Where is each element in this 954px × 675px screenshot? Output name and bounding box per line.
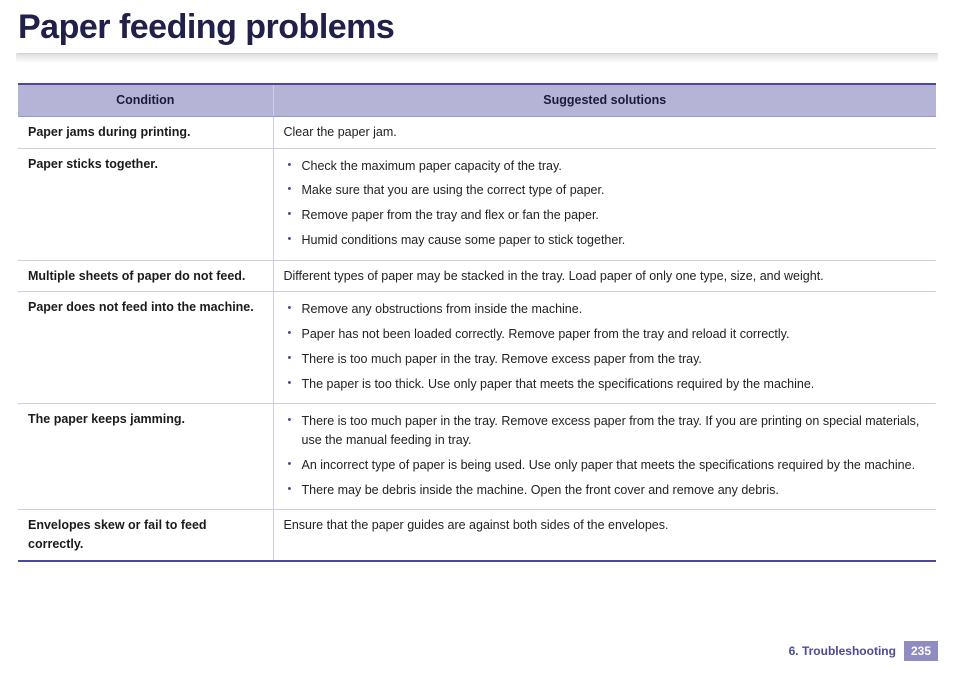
solution-item: There is too much paper in the tray. Rem… (284, 348, 927, 373)
solution-list: Remove any obstructions from inside the … (284, 298, 927, 397)
solution-item: Humid conditions may cause some paper to… (284, 229, 927, 254)
condition-cell: Multiple sheets of paper do not feed. (18, 260, 273, 292)
condition-cell: Envelopes skew or fail to feed correctly… (18, 510, 273, 561)
solution-list: There is too much paper in the tray. Rem… (284, 410, 927, 503)
solution-list: Check the maximum paper capacity of the … (284, 155, 927, 254)
page-footer: 6. Troubleshooting 235 (789, 641, 938, 661)
solution-item: Remove paper from the tray and flex or f… (284, 204, 927, 229)
chapter-label: 6. Troubleshooting (789, 644, 896, 658)
page-title: Paper feeding problems (0, 0, 954, 51)
table-header-row: Condition Suggested solutions (18, 84, 936, 116)
solution-item: Check the maximum paper capacity of the … (284, 155, 927, 180)
table-row: Paper jams during printing.Clear the pap… (18, 116, 936, 148)
solution-cell: Different types of paper may be stacked … (273, 260, 936, 292)
solution-item: There may be debris inside the machine. … (284, 479, 927, 504)
table-row: Paper sticks together. Check the maximum … (18, 148, 936, 260)
solution-item: Remove any obstructions from inside the … (284, 298, 927, 323)
solution-cell: Clear the paper jam. (273, 116, 936, 148)
table-row: Envelopes skew or fail to feed correctly… (18, 510, 936, 561)
condition-cell: The paper keeps jamming. (18, 404, 273, 510)
solution-item: The paper is too thick. Use only paper t… (284, 373, 927, 398)
troubleshooting-table: Condition Suggested solutions Paper jams… (18, 83, 936, 562)
condition-cell: Paper sticks together. (18, 148, 273, 260)
page-number: 235 (904, 641, 938, 661)
table-row: Multiple sheets of paper do not feed.Dif… (18, 260, 936, 292)
solution-item: Paper has not been loaded correctly. Rem… (284, 323, 927, 348)
table-row: The paper keeps jamming.There is too muc… (18, 404, 936, 510)
solution-cell: Remove any obstructions from inside the … (273, 292, 936, 404)
title-divider (16, 53, 938, 63)
solution-item: Make sure that you are using the correct… (284, 179, 927, 204)
solution-cell: Ensure that the paper guides are against… (273, 510, 936, 561)
solution-item: An incorrect type of paper is being used… (284, 454, 927, 479)
condition-cell: Paper does not feed into the machine. (18, 292, 273, 404)
header-solutions: Suggested solutions (273, 84, 936, 116)
condition-cell: Paper jams during printing. (18, 116, 273, 148)
solution-item: There is too much paper in the tray. Rem… (284, 410, 927, 454)
solution-cell: There is too much paper in the tray. Rem… (273, 404, 936, 510)
header-condition: Condition (18, 84, 273, 116)
solution-cell: Check the maximum paper capacity of the … (273, 148, 936, 260)
table-row: Paper does not feed into the machine. Rem… (18, 292, 936, 404)
